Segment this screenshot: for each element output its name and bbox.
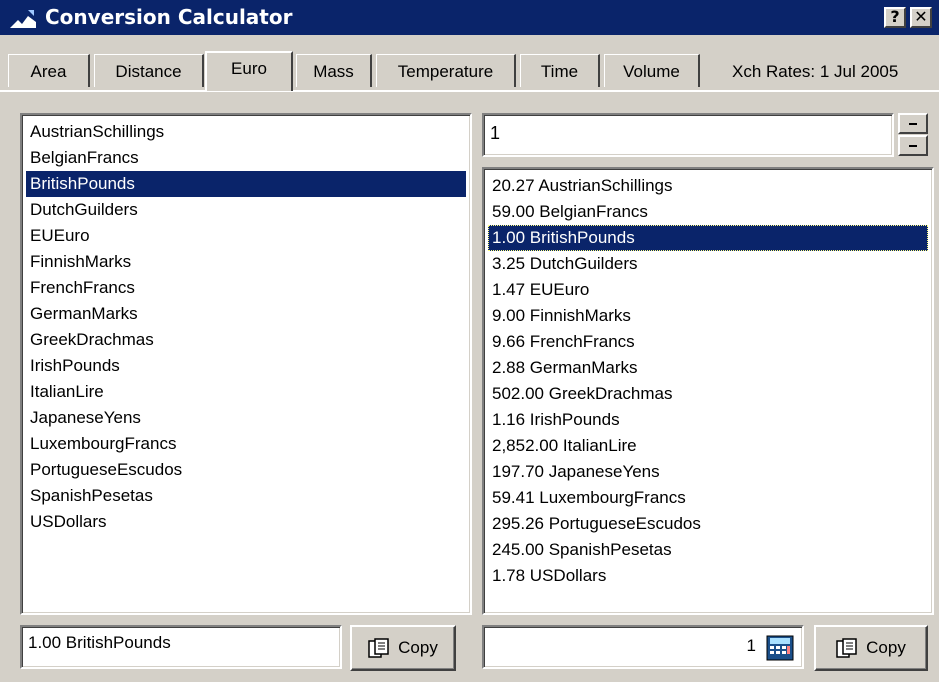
source-unit-list[interactable]: AustrianSchillings BelgianFrancs BritishPo… <box>20 113 472 615</box>
close-button[interactable]: ✕ <box>910 7 932 28</box>
source-unit-item[interactable]: FinnishMarks <box>26 249 466 275</box>
source-unit-item[interactable]: BelgianFrancs <box>26 145 466 171</box>
source-unit-item[interactable]: LuxembourgFrancs <box>26 431 466 457</box>
amount-result-field[interactable]: 1 <box>482 625 804 669</box>
converted-value-item[interactable]: 9.66 FrenchFrancs <box>488 329 928 355</box>
copy-icon <box>836 638 857 658</box>
source-unit-item[interactable]: ItalianLire <box>26 379 466 405</box>
converted-value-item[interactable]: 245.00 SpanishPesetas <box>488 537 928 563</box>
copy-left-button[interactable]: Copy <box>350 625 456 671</box>
converted-value-item[interactable]: 3.25 DutchGuilders <box>488 251 928 277</box>
converted-value-item[interactable]: 59.41 LuxembourgFrancs <box>488 485 928 511</box>
converted-value-item[interactable]: 2,852.00 ItalianLire <box>488 433 928 459</box>
spin-up-icon[interactable] <box>898 113 928 134</box>
source-unit-item[interactable]: SpanishPesetas <box>26 483 466 509</box>
converted-value-item[interactable]: 1.16 IrishPounds <box>488 407 928 433</box>
source-unit-item[interactable]: GreekDrachmas <box>26 327 466 353</box>
tab-euro[interactable]: Euro <box>205 51 293 91</box>
source-unit-item[interactable]: IrishPounds <box>26 353 466 379</box>
converted-value-item[interactable]: 1.78 USDollars <box>488 563 928 589</box>
source-unit-item[interactable]: EUEuro <box>26 223 466 249</box>
converted-value-item[interactable]: 295.26 PortugueseEscudos <box>488 511 928 537</box>
converted-values-list[interactable]: 20.27 AustrianSchillings 59.00 BelgianFra… <box>482 167 934 615</box>
source-unit-item[interactable]: GermanMarks <box>26 301 466 327</box>
converted-value-item[interactable]: 197.70 JapaneseYens <box>488 459 928 485</box>
amount-value: 1 <box>490 123 501 143</box>
tab-distance[interactable]: Distance <box>94 54 204 87</box>
converted-value-item[interactable]: 502.00 GreekDrachmas <box>488 381 928 407</box>
amount-result-value: 1 <box>746 636 756 655</box>
window-title: Conversion Calculator <box>45 5 293 29</box>
calculator-icon[interactable] <box>766 635 794 661</box>
tab-mass[interactable]: Mass <box>296 54 372 87</box>
tab-page-border <box>0 90 939 92</box>
converted-value-item[interactable]: 59.00 BelgianFrancs <box>488 199 928 225</box>
amount-spinner[interactable] <box>898 113 928 157</box>
copy-icon <box>368 638 389 658</box>
selected-result-field[interactable]: 1.00 BritishPounds <box>20 625 342 669</box>
source-unit-item[interactable]: JapaneseYens <box>26 405 466 431</box>
source-unit-item[interactable]: DutchGuilders <box>26 197 466 223</box>
source-unit-item[interactable]: FrenchFrancs <box>26 275 466 301</box>
copy-left-label: Copy <box>398 638 438 657</box>
source-unit-item[interactable]: USDollars <box>26 509 466 535</box>
tab-time[interactable]: Time <box>520 54 600 87</box>
converted-value-item[interactable]: 20.27 AustrianSchillings <box>488 173 928 199</box>
tab-volume[interactable]: Volume <box>604 54 700 87</box>
tab-area[interactable]: Area <box>8 54 90 87</box>
selected-result-value: 1.00 BritishPounds <box>28 633 171 652</box>
amount-input[interactable]: 1 <box>482 113 894 157</box>
converted-value-item[interactable]: 1.00 BritishPounds <box>488 225 928 251</box>
app-icon <box>8 8 38 30</box>
copy-right-label: Copy <box>866 638 906 657</box>
exchange-rates-date: Xch Rates: 1 Jul 2005 <box>732 62 899 81</box>
converted-value-item[interactable]: 2.88 GermanMarks <box>488 355 928 381</box>
tab-temperature[interactable]: Temperature <box>376 54 516 87</box>
converted-value-item[interactable]: 1.47 EUEuro <box>488 277 928 303</box>
source-unit-item[interactable]: AustrianSchillings <box>26 119 466 145</box>
title-bar: Conversion Calculator ? ✕ <box>0 0 939 35</box>
spin-down-icon[interactable] <box>898 135 928 156</box>
source-unit-item[interactable]: BritishPounds <box>26 171 466 197</box>
source-unit-item[interactable]: PortugueseEscudos <box>26 457 466 483</box>
converted-value-item[interactable]: 9.00 FinnishMarks <box>488 303 928 329</box>
help-button[interactable]: ? <box>884 7 906 28</box>
copy-right-button[interactable]: Copy <box>814 625 928 671</box>
